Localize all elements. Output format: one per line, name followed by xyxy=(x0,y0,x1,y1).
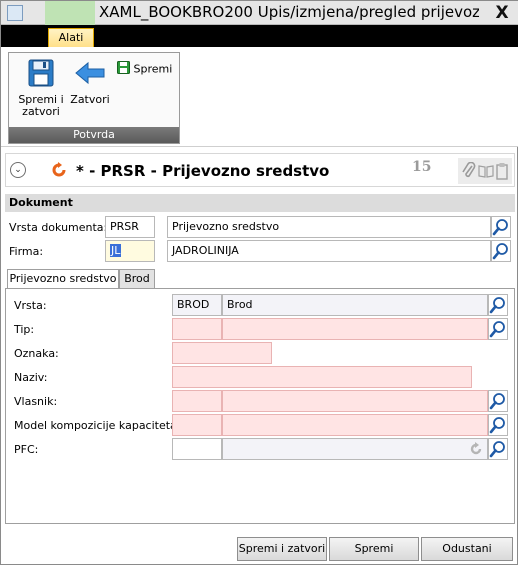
cancel-bottom-button[interactable]: Odustani xyxy=(421,537,513,561)
vlasnik-search-icon[interactable] xyxy=(488,390,508,412)
section-dokument: Dokument xyxy=(5,194,515,212)
title-bar: XAML_BOOKBRO200 Upis/izmjena/pregled pri… xyxy=(1,1,518,25)
document-content: ⌄ * - PRSR - Prijevozno sredstvo 15 Doku… xyxy=(5,153,515,563)
tip-label: Tip: xyxy=(14,323,35,336)
save-and-close-label: Spremi i zatvori xyxy=(18,93,64,118)
vrsta-dokumenta-label: Vrsta dokumenta: xyxy=(9,221,108,234)
vrsta-dokumenta-code[interactable]: PRSR xyxy=(105,216,155,238)
vrsta-code[interactable]: BROD xyxy=(172,294,222,316)
floppy-disk-icon xyxy=(28,59,54,90)
title-accent xyxy=(45,1,95,25)
pfc-refresh-icon[interactable] xyxy=(468,441,484,460)
back-arrow-icon xyxy=(74,61,106,90)
vlasnik-name xyxy=(222,390,488,412)
firma-name: JADROLINIJA xyxy=(167,240,491,262)
save-label-ribbon: Spremi xyxy=(133,62,173,76)
book-icon[interactable] xyxy=(478,164,494,181)
model-search-icon[interactable] xyxy=(488,414,508,436)
collapse-chevron-icon[interactable]: ⌄ xyxy=(10,162,26,178)
close-window-button[interactable]: X xyxy=(489,2,515,24)
ribbon-body: Spremi i zatvori Zatvori Spremi Potvrda xyxy=(1,47,518,147)
firma-search-icon[interactable] xyxy=(491,240,511,262)
tab-panel: Vrsta: BROD Brod Tip: Oznaka: Naziv: Vla… xyxy=(5,288,515,524)
small-floppy-icon xyxy=(117,61,130,78)
attachment-toolbar xyxy=(458,158,512,184)
firma-label: Firma: xyxy=(9,245,44,258)
firma-code[interactable]: JL xyxy=(105,240,155,262)
firma-code-selected: JL xyxy=(110,244,122,257)
oznaka-field[interactable] xyxy=(172,342,272,364)
tip-name xyxy=(222,318,488,340)
document-header: ⌄ * - PRSR - Prijevozno sredstvo 15 xyxy=(5,153,515,187)
ribbon-group-potvrda: Spremi i zatvori Zatvori Spremi Potvrda xyxy=(8,52,180,144)
save-and-close-button[interactable]: Spremi i zatvori xyxy=(13,59,69,118)
record-count: 15 xyxy=(412,159,432,175)
vrsta-dokumenta-search-icon[interactable] xyxy=(491,216,511,238)
save-button-ribbon[interactable]: Spremi xyxy=(117,61,172,78)
vrsta-search-icon[interactable] xyxy=(488,294,508,316)
ribbon-tab-strip: Alati xyxy=(1,25,518,47)
window-frame: XAML_BOOKBRO200 Upis/izmjena/pregled pri… xyxy=(0,0,518,565)
tip-code[interactable] xyxy=(172,318,222,340)
close-form-button[interactable]: Zatvori xyxy=(69,59,111,106)
model-code[interactable] xyxy=(172,414,222,436)
close-form-label: Zatvori xyxy=(70,93,110,106)
vlasnik-label: Vlasnik: xyxy=(14,395,58,408)
ribbon-group-label: Potvrda xyxy=(9,127,179,143)
clipboard-icon[interactable] xyxy=(496,162,508,183)
tab-brod[interactable]: Brod xyxy=(119,269,155,289)
app-icon xyxy=(7,5,23,21)
vlasnik-code[interactable] xyxy=(172,390,222,412)
save-bottom-button[interactable]: Spremi xyxy=(329,537,419,561)
pfc-code[interactable] xyxy=(172,438,222,460)
naziv-label: Naziv: xyxy=(14,371,48,384)
oznaka-label: Oznaka: xyxy=(14,347,59,360)
vrsta-name: Brod xyxy=(222,294,488,316)
refresh-orange-icon[interactable] xyxy=(50,161,68,179)
save-and-close-bottom-button[interactable]: Spremi i zatvori xyxy=(237,537,327,561)
tab-alati[interactable]: Alati xyxy=(48,28,94,47)
vrsta-dokumenta-name: Prijevozno sredstvo xyxy=(167,216,491,238)
vrsta-label: Vrsta: xyxy=(14,299,47,312)
pfc-name xyxy=(222,438,488,460)
tab-prijevozno-sredstvo[interactable]: Prijevozno sredstvo xyxy=(7,269,119,289)
paperclip-icon[interactable] xyxy=(462,161,476,183)
document-title: * - PRSR - Prijevozno sredstvo xyxy=(76,162,330,180)
naziv-field[interactable] xyxy=(172,366,472,388)
tip-search-icon[interactable] xyxy=(488,318,508,340)
model-label: Model kompozicije kapaciteta: xyxy=(14,419,181,432)
pfc-label: PFC: xyxy=(14,443,39,456)
model-name xyxy=(222,414,488,436)
window-title: XAML_BOOKBRO200 Upis/izmjena/pregled pri… xyxy=(99,3,479,21)
pfc-search-icon[interactable] xyxy=(488,438,508,460)
